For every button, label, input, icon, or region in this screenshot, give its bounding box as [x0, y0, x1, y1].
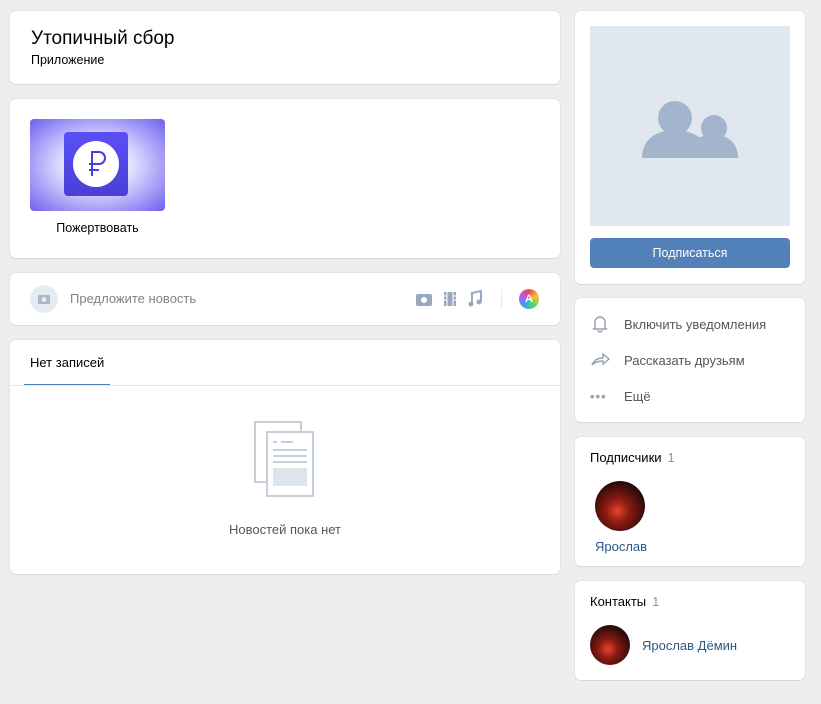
- video-icon[interactable]: [442, 290, 458, 308]
- page-subtitle: Приложение: [31, 53, 105, 67]
- suggest-post[interactable]: Предложите новость A: [10, 273, 560, 325]
- empty-news-text: Новостей пока нет: [228, 522, 342, 537]
- divider: [501, 289, 502, 309]
- page-header: Утопичный сбор Приложение: [10, 11, 560, 84]
- follower-avatar[interactable]: [595, 481, 645, 531]
- photo-icon[interactable]: [415, 290, 433, 308]
- group-icon: [642, 101, 738, 158]
- ruble-icon: [73, 141, 119, 187]
- contact-avatar[interactable]: [590, 625, 630, 665]
- bell-icon: [590, 313, 624, 336]
- tab-no-posts[interactable]: Нет записей: [24, 340, 111, 386]
- subscribe-button[interactable]: Подписаться: [590, 238, 790, 268]
- camera-avatar-icon: [30, 285, 58, 313]
- donate-app-tile[interactable]: [30, 119, 165, 211]
- menu-more[interactable]: ••• Ещё: [590, 386, 651, 406]
- page-title: Утопичный сбор: [31, 28, 175, 49]
- apps-block: Пожертвовать: [10, 99, 560, 258]
- artwork-icon[interactable]: A: [519, 289, 539, 309]
- more-icon: •••: [590, 388, 607, 404]
- cover-block: Подписаться: [575, 11, 805, 284]
- contact-name[interactable]: Ярослав Дёмин: [642, 638, 737, 653]
- contacts-block: Контакты 1 Ярослав Дёмин: [575, 581, 805, 680]
- followers-header[interactable]: Подписчики 1: [590, 450, 675, 465]
- menu-enable-notifications[interactable]: Включить уведомления: [590, 314, 766, 334]
- menu-share[interactable]: Рассказать друзьям: [590, 350, 745, 370]
- follower-name[interactable]: Ярослав: [595, 539, 647, 554]
- actions-block: Включить уведомления Рассказать друзьям …: [575, 298, 805, 422]
- followers-block: Подписчики 1 Ярослав: [575, 437, 805, 566]
- empty-news-icon: [254, 421, 314, 497]
- wall-block: Нет записей Новостей пока нет: [10, 340, 560, 574]
- contacts-header[interactable]: Контакты 1: [590, 594, 659, 609]
- share-icon: [590, 349, 624, 372]
- suggest-input[interactable]: Предложите новость: [70, 291, 196, 306]
- music-icon[interactable]: [467, 290, 483, 308]
- community-avatar[interactable]: [590, 26, 790, 226]
- donate-app-label[interactable]: Пожертвовать: [30, 221, 165, 235]
